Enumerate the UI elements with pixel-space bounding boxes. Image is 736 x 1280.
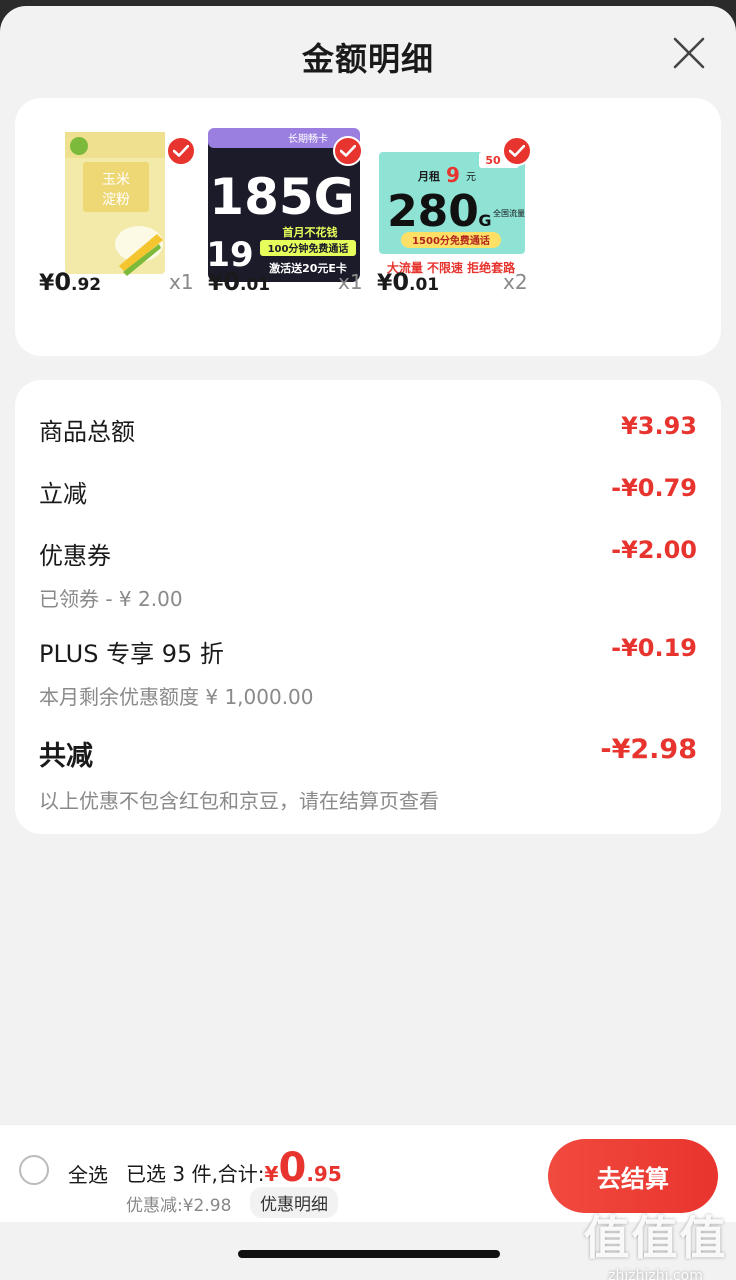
coupon-sub: 已领券 - ¥ 2.00: [39, 587, 183, 611]
checked-icon: [502, 136, 532, 166]
total-cut-label: 共减: [39, 741, 93, 772]
price-dec: .01: [240, 275, 271, 295]
sim-brand: 长期畅卡: [288, 132, 328, 145]
coupon-label: 优惠券: [39, 542, 111, 570]
instant-cut-label: 立减: [39, 480, 87, 508]
select-all-radio[interactable]: [19, 1155, 49, 1185]
sim-data-280: 280: [387, 186, 479, 237]
watermark: 值值值 zhizhizhi.com: [583, 1202, 728, 1280]
price-dec: .92: [71, 275, 102, 295]
coupon-row: 优惠券 -¥2.00 已领券 - ¥ 2.00: [39, 536, 697, 612]
plus-sub: 本月剩余优惠额度 ¥ 1,000.00: [39, 685, 314, 709]
plus-amount: -¥0.19: [611, 634, 697, 662]
total-cut-row: 共减 -¥2.98 以上优惠不包含红包和京豆，请在结算页查看: [39, 734, 697, 814]
price-yen: ¥: [208, 271, 224, 296]
total-summary: 已选 3 件,合计:¥0.95: [126, 1145, 342, 1191]
total-cut-amount: -¥2.98: [600, 734, 697, 765]
instant-cut-amount: -¥0.79: [611, 474, 697, 502]
home-indicator[interactable]: [238, 1250, 500, 1258]
sim-first-month: 首月不花钱: [283, 225, 338, 239]
price-int: 0: [54, 268, 72, 296]
product-qty: x1: [338, 270, 363, 294]
sim-monthly-label: 月租: [417, 170, 440, 183]
watermark-url: zhizhizhi.com: [608, 1268, 703, 1280]
sim-data-unit: G: [478, 211, 491, 230]
goods-total-amount: ¥3.93: [621, 412, 697, 440]
watermark-logo: 值值值: [583, 1211, 728, 1265]
sim-call-minutes: 1500分免费通话: [412, 234, 490, 247]
amount-detail-sheet: 金额明细 玉米 淀粉 ¥0.92 x1 长期畅卡 185G 首月不花钱 100分…: [0, 6, 736, 1280]
sim-free-minutes: 100分钟免费通话: [268, 242, 349, 255]
sim-data-185g: 185G: [209, 168, 354, 226]
corn-starch-title: 玉米: [102, 172, 130, 188]
discount-detail-button[interactable]: 优惠明细: [250, 1187, 338, 1218]
price-int: 0: [392, 268, 410, 296]
sim-badge-50: 50: [485, 154, 501, 167]
total-yen: ¥: [264, 1162, 279, 1186]
goods-total-row: 商品总额 ¥3.93: [39, 412, 697, 447]
product-list-card: 玉米 淀粉 ¥0.92 x1 长期畅卡 185G 首月不花钱 100分钟免费通话…: [15, 98, 721, 356]
discount-details-card: 商品总额 ¥3.93 立减 -¥0.79 优惠券 -¥2.00 已领券 - ¥ …: [15, 380, 721, 834]
price-yen: ¥: [39, 271, 55, 296]
price-yen: ¥: [377, 271, 393, 296]
coupon-amount: -¥2.00: [611, 536, 697, 564]
sim-monthly-9: 9: [446, 163, 460, 187]
checked-icon: [333, 136, 363, 166]
price-dec: .01: [409, 275, 440, 295]
checked-icon: [166, 136, 196, 166]
total-cut-note: 以上优惠不包含红包和京豆，请在结算页查看: [39, 789, 439, 813]
sim-nationwide: 全国流量: [493, 208, 525, 218]
total-int: 0: [278, 1145, 307, 1191]
instant-cut-row: 立减 -¥0.79: [39, 474, 697, 509]
select-all-label[interactable]: 全选: [68, 1159, 108, 1188]
price-int: 0: [223, 268, 241, 296]
goods-total-label: 商品总额: [39, 418, 135, 446]
sheet-header: 金额明细: [0, 6, 736, 98]
discount-summary: 优惠减:¥2.98: [126, 1196, 232, 1216]
plus-row: PLUS 专享 95 折 -¥0.19 本月剩余优惠额度 ¥ 1,000.00: [39, 634, 697, 710]
close-icon[interactable]: [672, 36, 706, 70]
product-qty: x1: [169, 270, 194, 294]
sim-monthly-unit: 元: [466, 172, 476, 183]
total-dec: .95: [306, 1162, 342, 1186]
product-qty: x2: [503, 270, 528, 294]
plus-label: PLUS 专享 95 折: [39, 640, 224, 668]
selected-count-text: 已选 3 件,合计:: [126, 1162, 265, 1186]
corn-starch-subtitle: 淀粉: [102, 192, 130, 208]
sheet-title: 金额明细: [301, 40, 434, 78]
